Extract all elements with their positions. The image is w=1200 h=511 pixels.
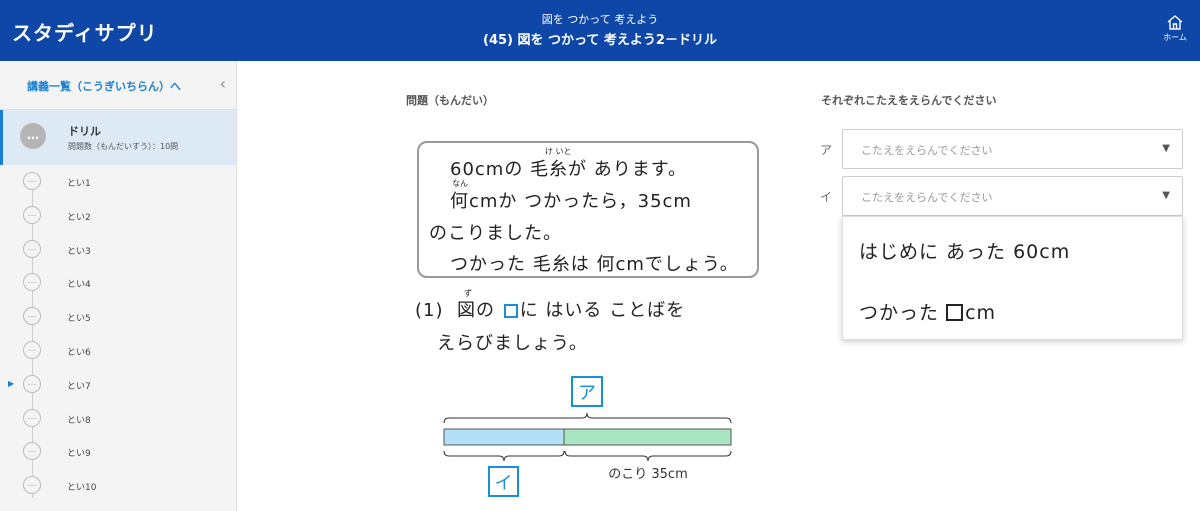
question-line-2: えらびましょう。 xyxy=(437,333,588,354)
sidebar-item-question[interactable]: … とい4 xyxy=(0,268,236,298)
lesson-title: (45) 図を つかって 考えよう2－ドリル xyxy=(483,33,717,48)
problem-line-3: のこりました。 xyxy=(429,223,562,244)
sidebar-top: 講義一覧（こうぎいちらん）へ ‹ xyxy=(0,61,236,110)
remaining-label: のこり 35cm xyxy=(608,467,688,482)
sidebar-item-drill[interactable]: … ドリル 問題数（もんだいすう）：10問 xyxy=(0,110,236,165)
back-to-lecture-list-link[interactable]: 講義一覧（こうぎいちらん）へ xyxy=(27,78,181,94)
sidebar-item-question[interactable]: … とい2 xyxy=(0,201,236,231)
bottom-brace-right xyxy=(564,450,732,462)
drill-question-count: 問題数（もんだいすう）：10問 xyxy=(68,142,179,151)
label-i: イ xyxy=(495,473,513,494)
home-button[interactable]: ホーム xyxy=(1158,14,1192,43)
question-status-icon: … xyxy=(23,442,41,461)
question-label: とい2 xyxy=(67,212,91,223)
question-status-icon: … xyxy=(23,408,41,427)
question-label: とい4 xyxy=(67,280,91,291)
problem-line-2: 何cmか つかったら，35cm xyxy=(450,191,692,212)
question-status-icon: … xyxy=(23,374,41,393)
sidebar-item-question[interactable]: … とい6 xyxy=(0,336,236,366)
drill-status-icon: … xyxy=(20,123,46,149)
option-2-unit: cm xyxy=(965,302,997,324)
question-label: とい7 xyxy=(67,381,91,392)
home-icon xyxy=(1167,15,1183,30)
question-status-icon: … xyxy=(23,273,41,292)
chevron-down-icon: ▼ xyxy=(1162,190,1170,201)
question-status-icon: … xyxy=(23,307,41,326)
remaining-bar xyxy=(563,428,732,446)
question-label: とい5 xyxy=(67,314,91,325)
question-label: とい6 xyxy=(67,348,91,358)
question-line-1: (1) 図の に はいる ことばを xyxy=(415,296,685,322)
tape-diagram: ア イ のこり 35cm xyxy=(443,376,732,497)
used-bar xyxy=(443,428,565,446)
question-label: とい8 xyxy=(67,415,91,426)
top-header: スタディサプリ 図を つかって 考えよう (45) 図を つかって 考えよう2－… xyxy=(0,0,1200,61)
collapse-sidebar-icon[interactable]: ‹ xyxy=(220,74,226,93)
question-label: とい3 xyxy=(67,246,91,257)
problem-line-4: つかった 毛糸は 何cmでしょう。 xyxy=(450,254,739,275)
answer-dropdown-menu: はじめに あった 60cm つかった cm xyxy=(842,216,1183,340)
drill-title: ドリル xyxy=(68,125,101,138)
answer-key-i: イ xyxy=(820,190,833,204)
select-a-placeholder: こたえをえらんでください xyxy=(861,144,993,157)
sidebar-item-question[interactable]: … とい1 xyxy=(0,167,236,197)
lesson-subtitle: 図を つかって 考えよう xyxy=(541,13,659,26)
blank-box-icon xyxy=(946,304,964,321)
sidebar-item-question[interactable]: … とい10 xyxy=(0,471,236,501)
dropdown-option-1[interactable]: はじめに あった 60cm xyxy=(859,237,1070,264)
question-status-icon: … xyxy=(23,341,41,359)
question-part-2: に はいる ことばを xyxy=(519,300,686,321)
question-label: とい9 xyxy=(67,449,91,460)
question-status-icon: … xyxy=(23,476,41,495)
problem-text-box: け いと 60cmの 毛糸が あります。 なん 何cmか つかったら，35cm … xyxy=(417,141,759,278)
label-a: ア xyxy=(578,383,596,404)
chevron-down-icon: ▼ xyxy=(1162,143,1170,154)
blank-box-icon xyxy=(503,304,518,318)
top-brace xyxy=(443,412,732,424)
current-question-marker-icon: ▶ xyxy=(8,378,15,388)
sidebar-item-question[interactable]: … とい9 xyxy=(0,437,236,467)
question-status-icon: … xyxy=(23,205,41,224)
option-2-text: つかった xyxy=(859,302,940,324)
answer-heading: それぞれこたえをえらんでください xyxy=(821,94,997,107)
sidebar-item-question[interactable]: ▶ … とい7 xyxy=(0,370,236,400)
home-label: ホーム xyxy=(1163,33,1187,42)
sidebar: 講義一覧（こうぎいちらん）へ ‹ … ドリル 問題数（もんだいすう）：10問 …… xyxy=(0,61,237,511)
sidebar-item-question[interactable]: … とい5 xyxy=(0,302,236,332)
select-i-placeholder: こたえをえらんでください xyxy=(861,191,993,204)
problem-heading: 問題（もんだい） xyxy=(406,94,494,107)
question-part-1: 図の xyxy=(456,300,495,321)
bottom-brace-left xyxy=(443,450,565,462)
sidebar-item-question[interactable]: … とい8 xyxy=(0,404,236,434)
dropdown-option-2[interactable]: つかった cm xyxy=(859,298,996,325)
sidebar-item-question[interactable]: … とい3 xyxy=(0,235,236,265)
answer-key-a: ア xyxy=(820,143,833,157)
question-label: とい10 xyxy=(67,483,97,494)
problem-line-1: 60cmの 毛糸が あります。 xyxy=(450,159,687,180)
answer-select-i[interactable]: こたえをえらんでください ▼ xyxy=(842,176,1183,216)
question-status-icon: … xyxy=(23,172,41,190)
question-status-icon: … xyxy=(23,239,41,258)
question-number: (1) xyxy=(415,300,444,321)
main-content: 問題（もんだい） け いと 60cmの 毛糸が あります。 なん 何cmか つか… xyxy=(237,61,1200,511)
question-label: とい1 xyxy=(67,179,91,189)
answer-select-a[interactable]: こたえをえらんでください ▼ xyxy=(842,129,1183,169)
